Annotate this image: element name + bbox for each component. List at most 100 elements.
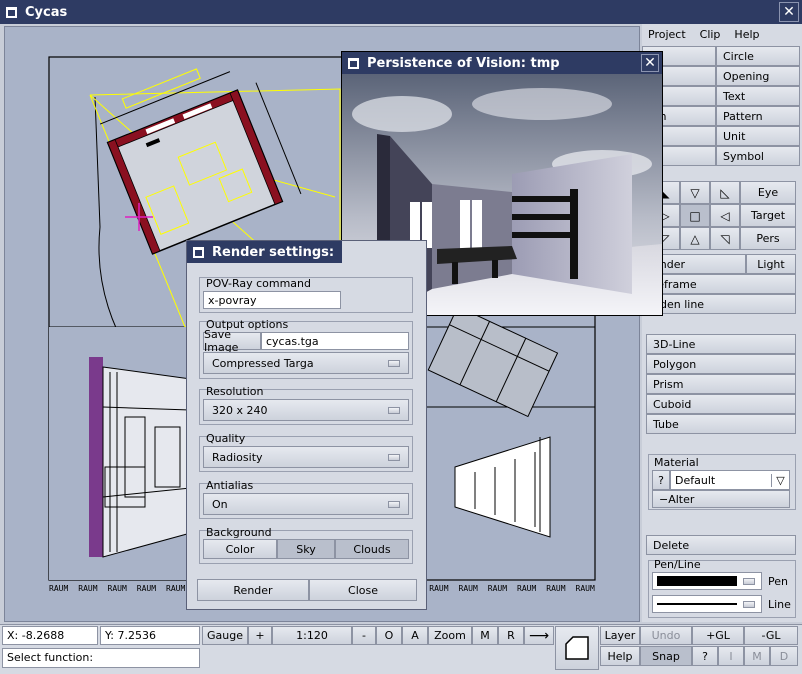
zoom-button[interactable]: Zoom (428, 626, 472, 645)
scale-display[interactable]: 1:120 (272, 626, 352, 645)
povray-titlebar: Persistence of Vision: tmp ✕ (342, 52, 662, 74)
layer-button[interactable]: Layer (600, 626, 640, 645)
tool-pattern[interactable]: Pattern (716, 106, 800, 126)
menu-clip[interactable]: Clip (700, 28, 721, 41)
view-down-icon[interactable]: ▽ (680, 181, 710, 204)
format-value: Compressed Targa (212, 356, 314, 370)
tool-polygon[interactable]: Polygon (646, 354, 796, 374)
m-button[interactable]: M (472, 626, 498, 645)
quality-menu-icon[interactable] (388, 453, 400, 461)
window-menu-icon[interactable] (6, 6, 17, 18)
resolution-menu-icon[interactable] (388, 406, 400, 414)
snap-button[interactable]: Snap (640, 646, 692, 666)
save-image-input[interactable]: cycas.tga (261, 332, 409, 350)
menu-help[interactable]: Help (734, 28, 759, 41)
render-settings-dialog[interactable]: Render settings: POV-Ray command x-povra… (186, 240, 427, 610)
hidden-line-button[interactable]: dden line (646, 294, 796, 314)
i-button[interactable]: I (718, 646, 744, 666)
right-panel: Project Clip Help e Circle l Opening n T… (642, 24, 802, 622)
dropdown-arrow-icon[interactable]: ▽ (771, 473, 789, 487)
m2-button[interactable]: M (744, 646, 770, 666)
tool-unit[interactable]: Unit (716, 126, 800, 146)
alter-button[interactable]: −Alter (652, 490, 790, 508)
povray-cmd-label: POV-Ray command (206, 277, 311, 290)
pen-menu-icon[interactable] (743, 577, 755, 585)
wireframe-button[interactable]: reframe (646, 274, 796, 294)
room-label: RAUM (136, 584, 157, 593)
window-menu-icon[interactable] (348, 57, 359, 69)
room-label: RAUM (429, 584, 449, 593)
view-ur-icon[interactable]: ◹ (710, 227, 740, 250)
menu-bar: Project Clip Help (642, 24, 800, 44)
tool-3d-line[interactable]: 3D-Line (646, 334, 796, 354)
render-dialog-render-button[interactable]: Render (197, 579, 309, 601)
line-selector[interactable] (652, 595, 762, 613)
menu-project[interactable]: Project (648, 28, 686, 41)
penline-label: Pen/Line (654, 558, 701, 571)
material-help-button[interactable]: ? (652, 470, 670, 490)
antialias-value: On (212, 497, 228, 511)
question-button[interactable]: ? (692, 646, 718, 666)
room-label: RAUM (517, 584, 537, 593)
close-icon[interactable]: ✕ (641, 54, 659, 72)
target-button[interactable]: Target (740, 204, 796, 227)
light-button[interactable]: Light (746, 254, 796, 274)
window-menu-icon[interactable] (193, 246, 204, 258)
zoom-out-button[interactable]: - (352, 626, 376, 645)
povray-cmd-input[interactable]: x-povray (203, 291, 341, 309)
background-label: Background (206, 526, 272, 539)
status-text: Select function: (2, 648, 200, 668)
tool-tube[interactable]: Tube (646, 414, 796, 434)
r-button[interactable]: R (498, 626, 524, 645)
tool-circle[interactable]: Circle (716, 46, 800, 66)
format-menu-icon[interactable] (388, 359, 400, 367)
view-center-icon[interactable]: □ (680, 204, 710, 227)
quality-select[interactable]: Radiosity (203, 446, 409, 468)
quality-label: Quality (206, 432, 246, 445)
delete-button[interactable]: Delete (646, 535, 796, 555)
room-label: RAUM (458, 584, 478, 593)
zoom-in-button[interactable]: + (248, 626, 272, 645)
antialias-menu-icon[interactable] (388, 500, 400, 508)
save-image-button[interactable]: Save Image (203, 328, 261, 354)
long-arrow-icon[interactable]: ⟶ (524, 626, 554, 645)
plus-gl-button[interactable]: +GL (692, 626, 744, 645)
zoom-a-button[interactable]: A (402, 626, 428, 645)
help-button[interactable]: Help (600, 646, 640, 666)
resolution-label: Resolution (206, 385, 264, 398)
gauge-button[interactable]: Gauge (202, 626, 248, 645)
zoom-o-button[interactable]: O (376, 626, 402, 645)
y-coordinate: Y: 7.2536 (100, 626, 200, 645)
pen-label: Pen (768, 575, 788, 588)
antialias-select[interactable]: On (203, 493, 409, 515)
view-left-arrow-icon[interactable]: ◁ (710, 204, 740, 227)
undo-button[interactable]: Undo (640, 626, 692, 645)
bg-clouds-option[interactable]: Clouds (335, 539, 409, 559)
eye-button[interactable]: Eye (740, 181, 796, 204)
minus-gl-button[interactable]: -GL (744, 626, 798, 645)
render-dialog-titlebar: Render settings: (187, 241, 342, 263)
material-select[interactable]: Default ▽ (670, 470, 790, 490)
bg-sky-option[interactable]: Sky (277, 539, 335, 559)
tool-symbol[interactable]: Symbol (716, 146, 800, 166)
tool-prism[interactable]: Prism (646, 374, 796, 394)
room-label: RAUM (78, 584, 98, 593)
line-menu-icon[interactable] (743, 600, 755, 608)
pen-selector[interactable] (652, 572, 762, 590)
room-label: RAUM (107, 584, 127, 593)
bg-color-option[interactable]: Color (203, 539, 277, 559)
material-label: Material (654, 456, 699, 469)
tool-opening[interactable]: Opening (716, 66, 800, 86)
tool-text[interactable]: Text (716, 86, 800, 106)
format-select[interactable]: Compressed Targa (203, 352, 409, 374)
page-icon[interactable] (555, 626, 599, 670)
view-up-icon[interactable]: △ (680, 227, 710, 250)
resolution-select[interactable]: 320 x 240 (203, 399, 409, 421)
render-dialog-close-button[interactable]: Close (309, 579, 417, 601)
app-titlebar: Cycas ✕ (0, 0, 802, 24)
d-button[interactable]: D (770, 646, 798, 666)
close-icon[interactable]: ✕ (779, 2, 799, 22)
view-corner-icon[interactable]: ◺ (710, 181, 740, 204)
tool-cuboid[interactable]: Cuboid (646, 394, 796, 414)
pers-button[interactable]: Pers (740, 227, 796, 250)
